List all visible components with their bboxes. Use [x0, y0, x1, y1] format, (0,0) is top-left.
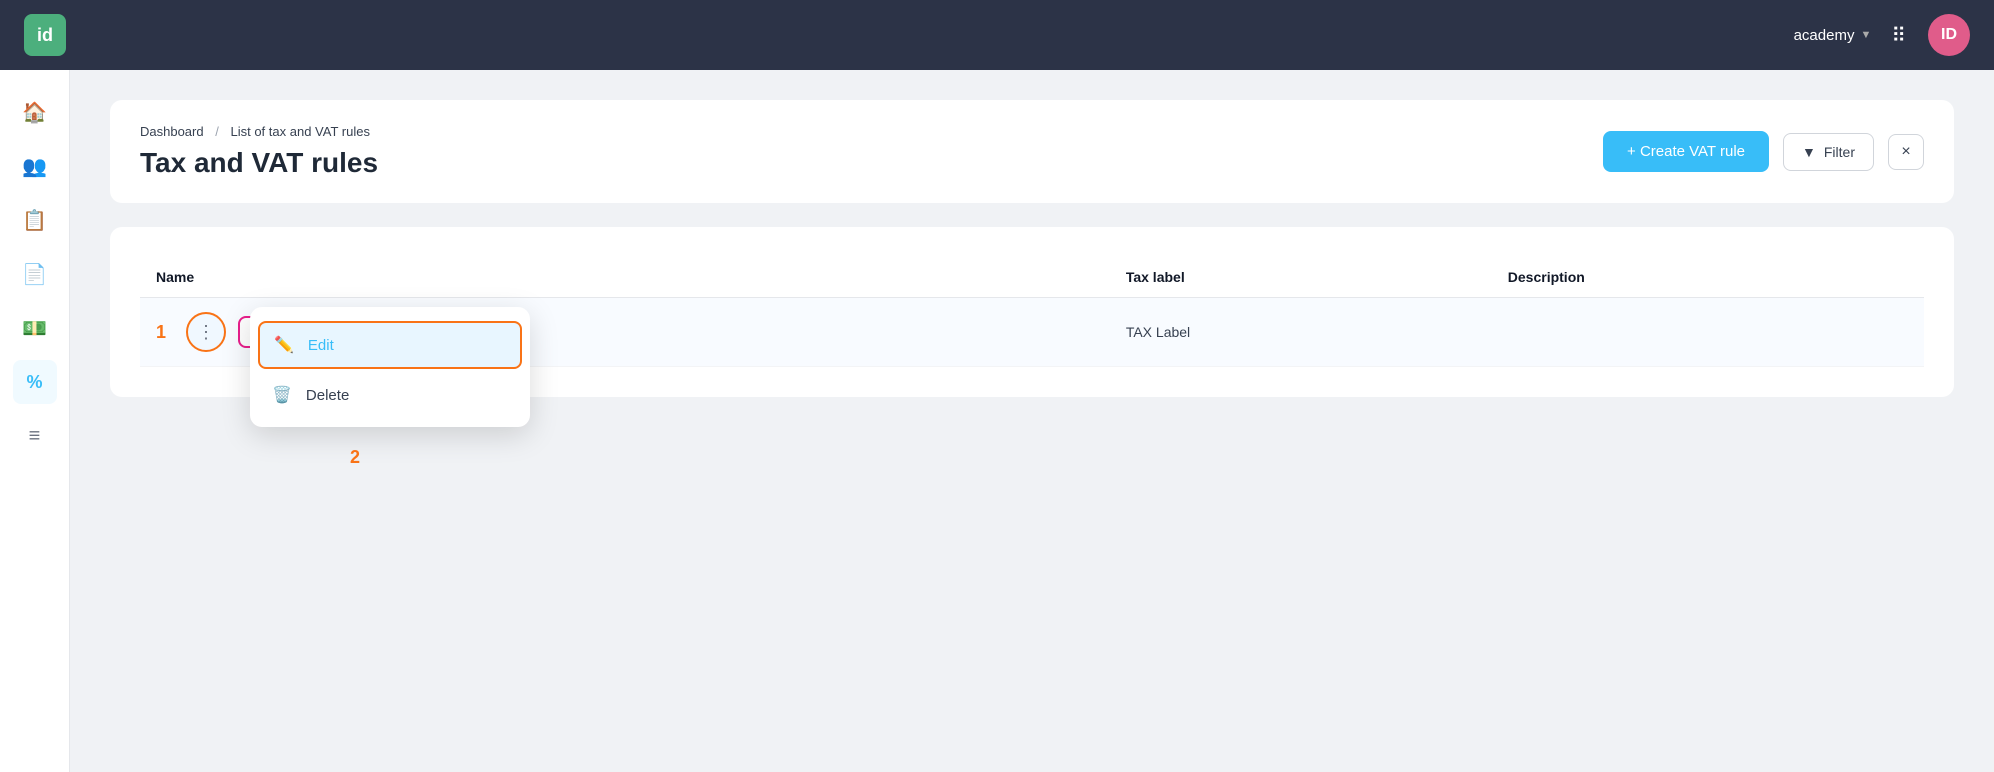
row-actions-button[interactable]: ⋮	[186, 312, 226, 352]
dots-icon: ⋮	[197, 322, 215, 343]
table-card: Name Tax label Description 1 ⋮	[110, 227, 1954, 397]
page-title: Tax and VAT rules	[140, 147, 378, 179]
step2-label: 2	[350, 447, 360, 468]
sidebar: 🏠 👥 📋 📄 💵 % ≡	[0, 70, 70, 772]
academy-selector[interactable]: academy ▼	[1794, 27, 1872, 44]
step1-label: 1	[156, 322, 166, 343]
header-left: Dashboard / List of tax and VAT rules Ta…	[140, 124, 378, 179]
app-logo[interactable]: id	[24, 14, 66, 56]
delete-menu-item[interactable]: 🗑️ Delete	[258, 373, 522, 417]
col-name: Name	[140, 257, 1110, 298]
nav-left: id	[24, 14, 66, 56]
nav-right: academy ▼ ⠿ ID	[1794, 14, 1970, 56]
header-actions: + Create VAT rule ▼ Filter ×	[1603, 131, 1924, 172]
filter-icon: ▼	[1802, 144, 1816, 160]
page-layout: 🏠 👥 📋 📄 💵 % ≡ Dashboard / List of tax an…	[0, 70, 1994, 772]
row-tax-label-cell: TAX Label	[1110, 298, 1492, 367]
page-header-card: Dashboard / List of tax and VAT rules Ta…	[110, 100, 1954, 203]
table-header-row: Name Tax label Description	[140, 257, 1924, 298]
edit-label: Edit	[308, 337, 334, 354]
user-avatar[interactable]: ID	[1928, 14, 1970, 56]
col-description: Description	[1492, 257, 1924, 298]
col-tax-label: Tax label	[1110, 257, 1492, 298]
top-navigation: id academy ▼ ⠿ ID	[0, 0, 1994, 70]
row-actions-dropdown: 2 ✏️ Edit 🗑️ Delete	[250, 307, 530, 427]
sidebar-item-users[interactable]: 👥	[13, 144, 57, 188]
breadcrumb-current: List of tax and VAT rules	[230, 124, 369, 139]
edit-menu-item[interactable]: ✏️ Edit	[258, 321, 522, 369]
sidebar-item-reports[interactable]: 📋	[13, 198, 57, 242]
close-filter-button[interactable]: ×	[1888, 134, 1924, 170]
row-description-cell	[1492, 298, 1924, 367]
apps-grid-icon[interactable]: ⠿	[1891, 23, 1908, 48]
delete-label: Delete	[306, 387, 349, 404]
sidebar-item-documents[interactable]: 📄	[13, 252, 57, 296]
sidebar-item-tax[interactable]: %	[13, 360, 57, 404]
chevron-down-icon: ▼	[1860, 29, 1871, 41]
sidebar-item-list[interactable]: ≡	[13, 414, 57, 458]
filter-label: Filter	[1824, 144, 1855, 160]
trash-icon: 🗑️	[272, 385, 292, 405]
edit-icon: ✏️	[274, 335, 294, 355]
breadcrumb: Dashboard / List of tax and VAT rules	[140, 124, 378, 139]
academy-label: academy	[1794, 27, 1855, 44]
breadcrumb-home[interactable]: Dashboard	[140, 124, 204, 139]
filter-button[interactable]: ▼ Filter	[1783, 133, 1874, 171]
main-content: Dashboard / List of tax and VAT rules Ta…	[70, 70, 1994, 772]
breadcrumb-sep: /	[215, 124, 219, 139]
sidebar-item-billing[interactable]: 💵	[13, 306, 57, 350]
sidebar-item-home[interactable]: 🏠	[13, 90, 57, 134]
create-vat-rule-button[interactable]: + Create VAT rule	[1603, 131, 1769, 172]
